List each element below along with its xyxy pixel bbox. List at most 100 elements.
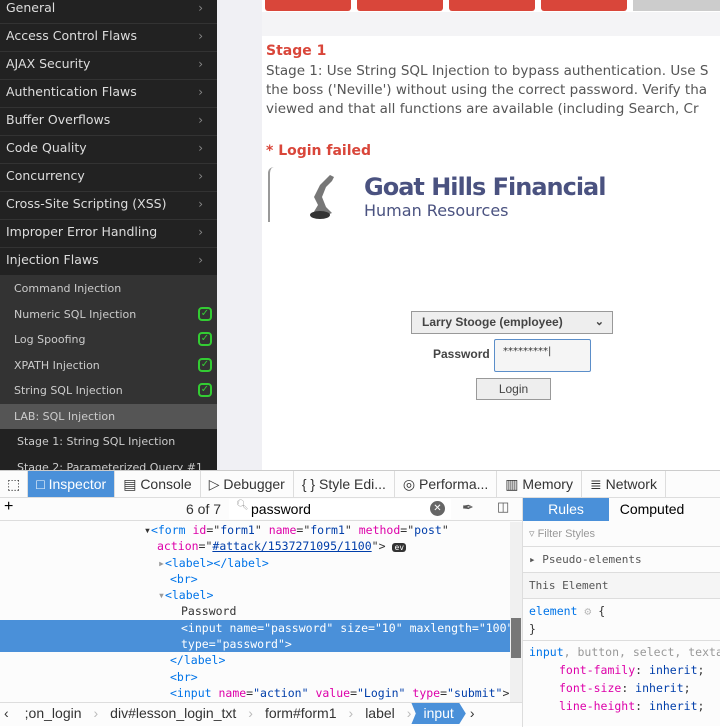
sidebar-category[interactable]: Concurrency › bbox=[0, 164, 217, 192]
password-input[interactable]: *********| bbox=[494, 339, 591, 372]
prop-value: inherit bbox=[649, 699, 698, 713]
sidebar-lesson[interactable]: LAB: SQL Injection bbox=[0, 403, 217, 429]
lesson-label: Numeric SQL Injection bbox=[14, 307, 137, 321]
add-node-icon[interactable]: + bbox=[4, 498, 13, 516]
sidebar-lesson[interactable]: String SQL Injection ✓ bbox=[0, 378, 217, 404]
markup-line[interactable]: <br> bbox=[0, 571, 522, 587]
desc-line: Stage 1: Use String SQL Injection to byp… bbox=[266, 63, 709, 79]
sidebar-stage[interactable]: Stage 1: String SQL Injection bbox=[0, 429, 217, 455]
filter-placeholder: Filter Styles bbox=[537, 528, 596, 540]
selector-rest: , button, select, textar bbox=[563, 645, 720, 659]
element-rule[interactable]: element ⚙ { bbox=[523, 602, 720, 620]
sidebar-category[interactable]: Code Quality › bbox=[0, 136, 217, 164]
this-element-header: This Element bbox=[523, 573, 720, 599]
markup-line-selected[interactable]: type="password"> bbox=[0, 636, 522, 653]
sidebar-lesson[interactable]: Numeric SQL Injection ✓ bbox=[0, 301, 217, 327]
markup-line[interactable]: Password bbox=[0, 603, 522, 619]
desc-line: viewed and that all functions are availa… bbox=[266, 101, 699, 117]
sidebar-lesson[interactable]: Command Injection bbox=[0, 276, 217, 302]
markup-line[interactable]: <input name="action" value="Login" type=… bbox=[0, 685, 522, 701]
goat-icon bbox=[310, 175, 334, 219]
category-label: Injection Flaws bbox=[6, 252, 99, 267]
tab-label: Inspector bbox=[48, 476, 107, 492]
tab-styleedi[interactable]: { } Style Edi... bbox=[294, 471, 395, 497]
tab-inspector[interactable]: □ Inspector bbox=[28, 471, 116, 497]
event-badge[interactable]: ev bbox=[392, 543, 407, 553]
sidebar-category[interactable]: Access Control Flaws › bbox=[0, 24, 217, 52]
sidebar-category[interactable]: Injection Flaws › bbox=[0, 248, 217, 276]
lesson-button[interactable] bbox=[357, 0, 443, 11]
sidebar-category[interactable]: Buffer Overflows › bbox=[0, 108, 217, 136]
breadcrumb-item[interactable]: form#form1 bbox=[253, 703, 349, 724]
login-button[interactable]: Login bbox=[476, 378, 551, 400]
console-icon: ▤ bbox=[123, 476, 137, 492]
markup-line[interactable]: action="#attack/1537271095/1100"> ev bbox=[0, 538, 522, 554]
tab-debugger[interactable]: ▷ Debugger bbox=[201, 471, 294, 497]
tag: <input bbox=[170, 685, 219, 700]
sidebar-lesson[interactable]: XPATH Injection ✓ bbox=[0, 352, 217, 378]
attr: maxlength bbox=[409, 620, 472, 635]
css-declaration[interactable]: line-height: inherit; bbox=[523, 697, 720, 715]
lesson-button[interactable] bbox=[633, 0, 720, 11]
css-declaration[interactable]: font-family: inherit; bbox=[523, 661, 720, 679]
filter-styles-input[interactable]: ▿ Filter Styles bbox=[523, 521, 720, 547]
breadcrumb-item[interactable]: label bbox=[353, 703, 407, 724]
lesson-button[interactable] bbox=[541, 0, 627, 11]
tab-label: Debugger bbox=[223, 476, 285, 492]
markup-line-selected[interactable]: <input name="password" size="10" maxleng… bbox=[0, 619, 522, 637]
scrollbar-thumb[interactable] bbox=[511, 618, 521, 658]
braces-icon: { } bbox=[301, 476, 316, 492]
markup-scrollbar[interactable] bbox=[510, 522, 522, 702]
tab-memory[interactable]: ▥ Memory bbox=[497, 471, 582, 497]
breadcrumb-left-icon[interactable]: ‹ bbox=[0, 703, 13, 724]
button-strip bbox=[262, 12, 720, 36]
breadcrumb-right-icon[interactable]: › bbox=[466, 703, 479, 724]
markup-line[interactable]: ▾<label> bbox=[0, 587, 522, 603]
tab-console[interactable]: ▤ Console bbox=[115, 471, 201, 497]
breadcrumb-item[interactable]: input bbox=[411, 703, 466, 724]
sidebar-category[interactable]: General › bbox=[0, 0, 217, 24]
sidebar-stage[interactable]: Stage 2: Parameterized Query #1 bbox=[0, 454, 217, 470]
search-input[interactable] bbox=[229, 499, 451, 519]
category-label: Concurrency bbox=[6, 168, 85, 183]
chevron-down-icon: ⌄ bbox=[594, 316, 604, 328]
markup-line[interactable]: ▸<label></label> bbox=[0, 555, 522, 571]
toggle-sidebar-icon[interactable]: ◫ bbox=[497, 499, 509, 515]
breadcrumb-item[interactable]: div#lesson_login_txt bbox=[98, 703, 248, 724]
val: "submit" bbox=[447, 685, 503, 700]
tag: <label> bbox=[164, 588, 214, 603]
prop-value: inherit bbox=[635, 681, 684, 695]
logo-subtitle: Human Resources bbox=[364, 201, 509, 220]
markup-line[interactable]: ▾<form id="form1" name="form1" method="p… bbox=[0, 522, 522, 538]
selector: element bbox=[529, 604, 578, 618]
sidebar-category[interactable]: Authentication Flaws › bbox=[0, 80, 217, 108]
clear-search-icon[interactable]: ✕ bbox=[430, 501, 445, 516]
tab-performa[interactable]: ◎ Performa... bbox=[395, 471, 498, 497]
check-icon: ✓ bbox=[198, 383, 212, 397]
employee-select[interactable]: Larry Stooge (employee) ⌄ bbox=[411, 311, 613, 334]
markup-line[interactable]: <br> bbox=[0, 669, 522, 685]
tab-network[interactable]: ≣ Network bbox=[582, 471, 666, 497]
devtools-tabs: ⬚ □ Inspector ▤ Console ▷ Debugger{ } Styl… bbox=[0, 471, 720, 498]
sidebar-category[interactable]: AJAX Security › bbox=[0, 52, 217, 80]
lesson-button[interactable] bbox=[449, 0, 535, 11]
element-picker-icon[interactable]: ⬚ bbox=[0, 471, 29, 497]
sidebar-category[interactable]: Improper Error Handling › bbox=[0, 220, 217, 248]
lesson-button[interactable] bbox=[265, 0, 351, 11]
action-link[interactable]: #attack/1537271095/1100 bbox=[212, 539, 371, 553]
val: "password" bbox=[264, 620, 334, 635]
tab-rules[interactable]: Rules bbox=[523, 498, 609, 521]
search-count: 6 of 7 bbox=[186, 501, 222, 517]
css-declaration[interactable]: font-size: inherit; bbox=[523, 679, 720, 697]
breadcrumb-item[interactable]: ;on_login bbox=[13, 703, 94, 724]
rule-selector[interactable]: input, button, select, textar bbox=[523, 640, 720, 661]
pseudo-elements-toggle[interactable]: ▸ Pseudo-elements bbox=[523, 547, 720, 573]
chevron-right-icon: › bbox=[198, 29, 203, 43]
sidebar-category[interactable]: Cross-Site Scripting (XSS) › bbox=[0, 192, 217, 220]
markup-line[interactable]: </label> bbox=[0, 652, 522, 668]
pseudo-label: Pseudo-elements bbox=[542, 553, 642, 566]
val: "10" bbox=[374, 620, 403, 635]
tab-computed[interactable]: Computed bbox=[609, 498, 695, 521]
sidebar-lesson[interactable]: Log Spoofing ✓ bbox=[0, 327, 217, 353]
eyedropper-icon[interactable]: ✒ bbox=[462, 499, 474, 516]
